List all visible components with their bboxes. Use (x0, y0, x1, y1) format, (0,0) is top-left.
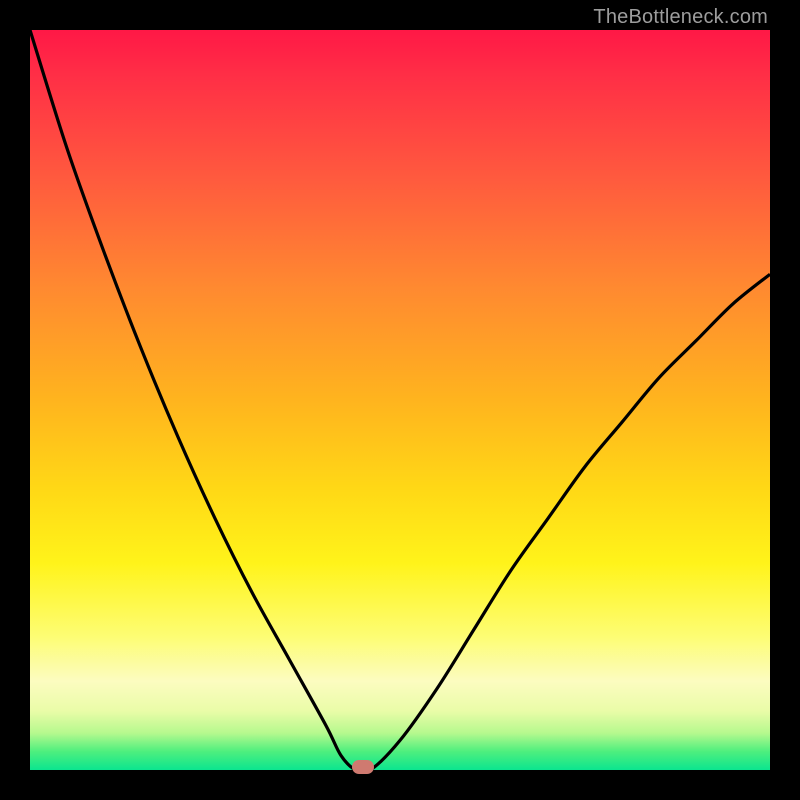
chart-frame: TheBottleneck.com (0, 0, 800, 800)
bottleneck-curve (30, 30, 770, 770)
optimum-marker (352, 760, 374, 774)
watermark-text: TheBottleneck.com (593, 6, 768, 29)
curve-path (30, 30, 770, 773)
plot-area (30, 30, 770, 770)
